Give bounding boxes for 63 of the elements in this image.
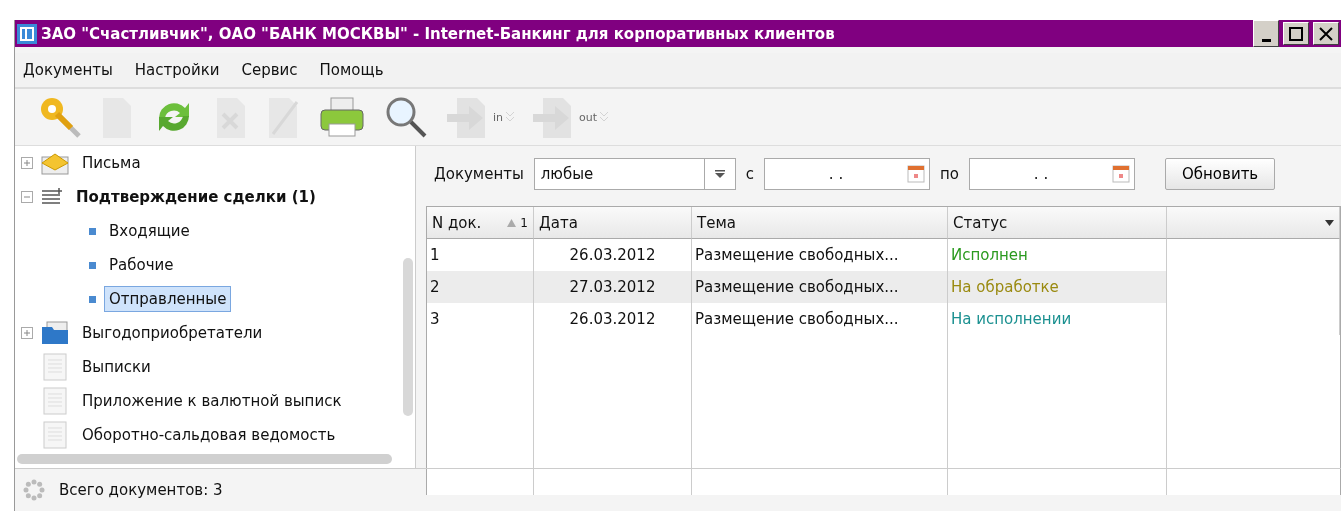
collapse-toggle[interactable] [21, 191, 33, 203]
maximize-icon [1289, 26, 1303, 41]
icon-label: out [579, 110, 598, 124]
expand-toggle[interactable] [21, 327, 33, 339]
close-button[interactable] [1313, 22, 1339, 45]
tree-item[interactable]: Оборотно-сальдовая ведомость [77, 422, 341, 448]
column-header[interactable]: Статус [948, 207, 1167, 239]
status-cell: На обработке [948, 271, 1167, 303]
document-type-dropdown[interactable]: любые [533, 158, 736, 190]
bullet-icon [89, 261, 96, 269]
close-icon [1319, 26, 1333, 41]
document-icon [43, 353, 69, 381]
column-header[interactable]: N док. 1 [427, 207, 534, 239]
tree-item[interactable]: Подтверждение сделки (1) [71, 184, 321, 210]
tree-item[interactable]: Отправленные [104, 286, 232, 312]
column-header[interactable]: Дата [534, 207, 692, 239]
list-icon [41, 188, 63, 206]
filter-label: Документы [434, 165, 524, 183]
dropdown-arrow-icon [714, 170, 725, 178]
to-label: по [940, 165, 959, 183]
tree-item[interactable]: Письма [77, 150, 146, 176]
horizontal-scrollbar[interactable] [17, 454, 392, 464]
menu-item[interactable]: Настройки [134, 61, 220, 79]
tree-item[interactable]: Выписки [77, 354, 156, 380]
chevron-down-icon [505, 111, 516, 123]
tree-item[interactable]: Приложение к валютной выписк [77, 388, 347, 414]
app-logo-icon [17, 23, 37, 44]
menu-item[interactable]: Помощь [319, 61, 384, 79]
printer-icon[interactable] [317, 94, 367, 140]
from-label: с [745, 165, 754, 183]
to-date-field[interactable]: . . [969, 158, 1135, 190]
document-icon [43, 387, 69, 415]
expand-toggle[interactable] [21, 157, 33, 169]
tree-item[interactable]: Выгодоприобретатели [77, 320, 268, 346]
folder-icon [41, 321, 69, 345]
window-title: ЗАО "Счастливчик", ОАО "БАНК МОСКВЫ" - Internet-Банкинг для корпоративных клиентов [41, 24, 836, 43]
vertical-scrollbar[interactable] [403, 258, 413, 416]
minimize-icon [1261, 39, 1271, 42]
envelope-icon [41, 151, 69, 175]
maximize-button[interactable] [1283, 22, 1309, 45]
from-date-field[interactable]: . . [764, 158, 930, 190]
calendar-icon [1112, 165, 1130, 183]
status-text: Всего документов: 3 [59, 481, 223, 499]
bullet-icon [89, 227, 96, 235]
refresh-button[interactable]: Обновить [1165, 158, 1276, 190]
menu-item[interactable]: Сервис [241, 61, 298, 79]
table-cell: Размещение свободных... [692, 271, 948, 303]
loading-icon [23, 479, 45, 501]
chevron-down-icon [599, 111, 610, 123]
table-cell: 27.03.2012 [534, 271, 692, 303]
icon-label: in [493, 110, 504, 124]
calendar-icon [907, 165, 925, 183]
bullet-icon [89, 295, 96, 303]
tree-item[interactable]: Рабочие [104, 252, 179, 278]
menu-item[interactable]: Документы [23, 61, 113, 79]
table-cell: 2 [427, 271, 534, 303]
sort-order: 1 [520, 215, 528, 230]
sort-up-icon [507, 218, 517, 227]
column-header[interactable]: Тема [692, 207, 948, 239]
document-icon [43, 421, 69, 449]
minimize-button[interactable] [1253, 20, 1279, 47]
column-menu-icon [1325, 219, 1334, 226]
tree-item[interactable]: Входящие [104, 218, 195, 244]
